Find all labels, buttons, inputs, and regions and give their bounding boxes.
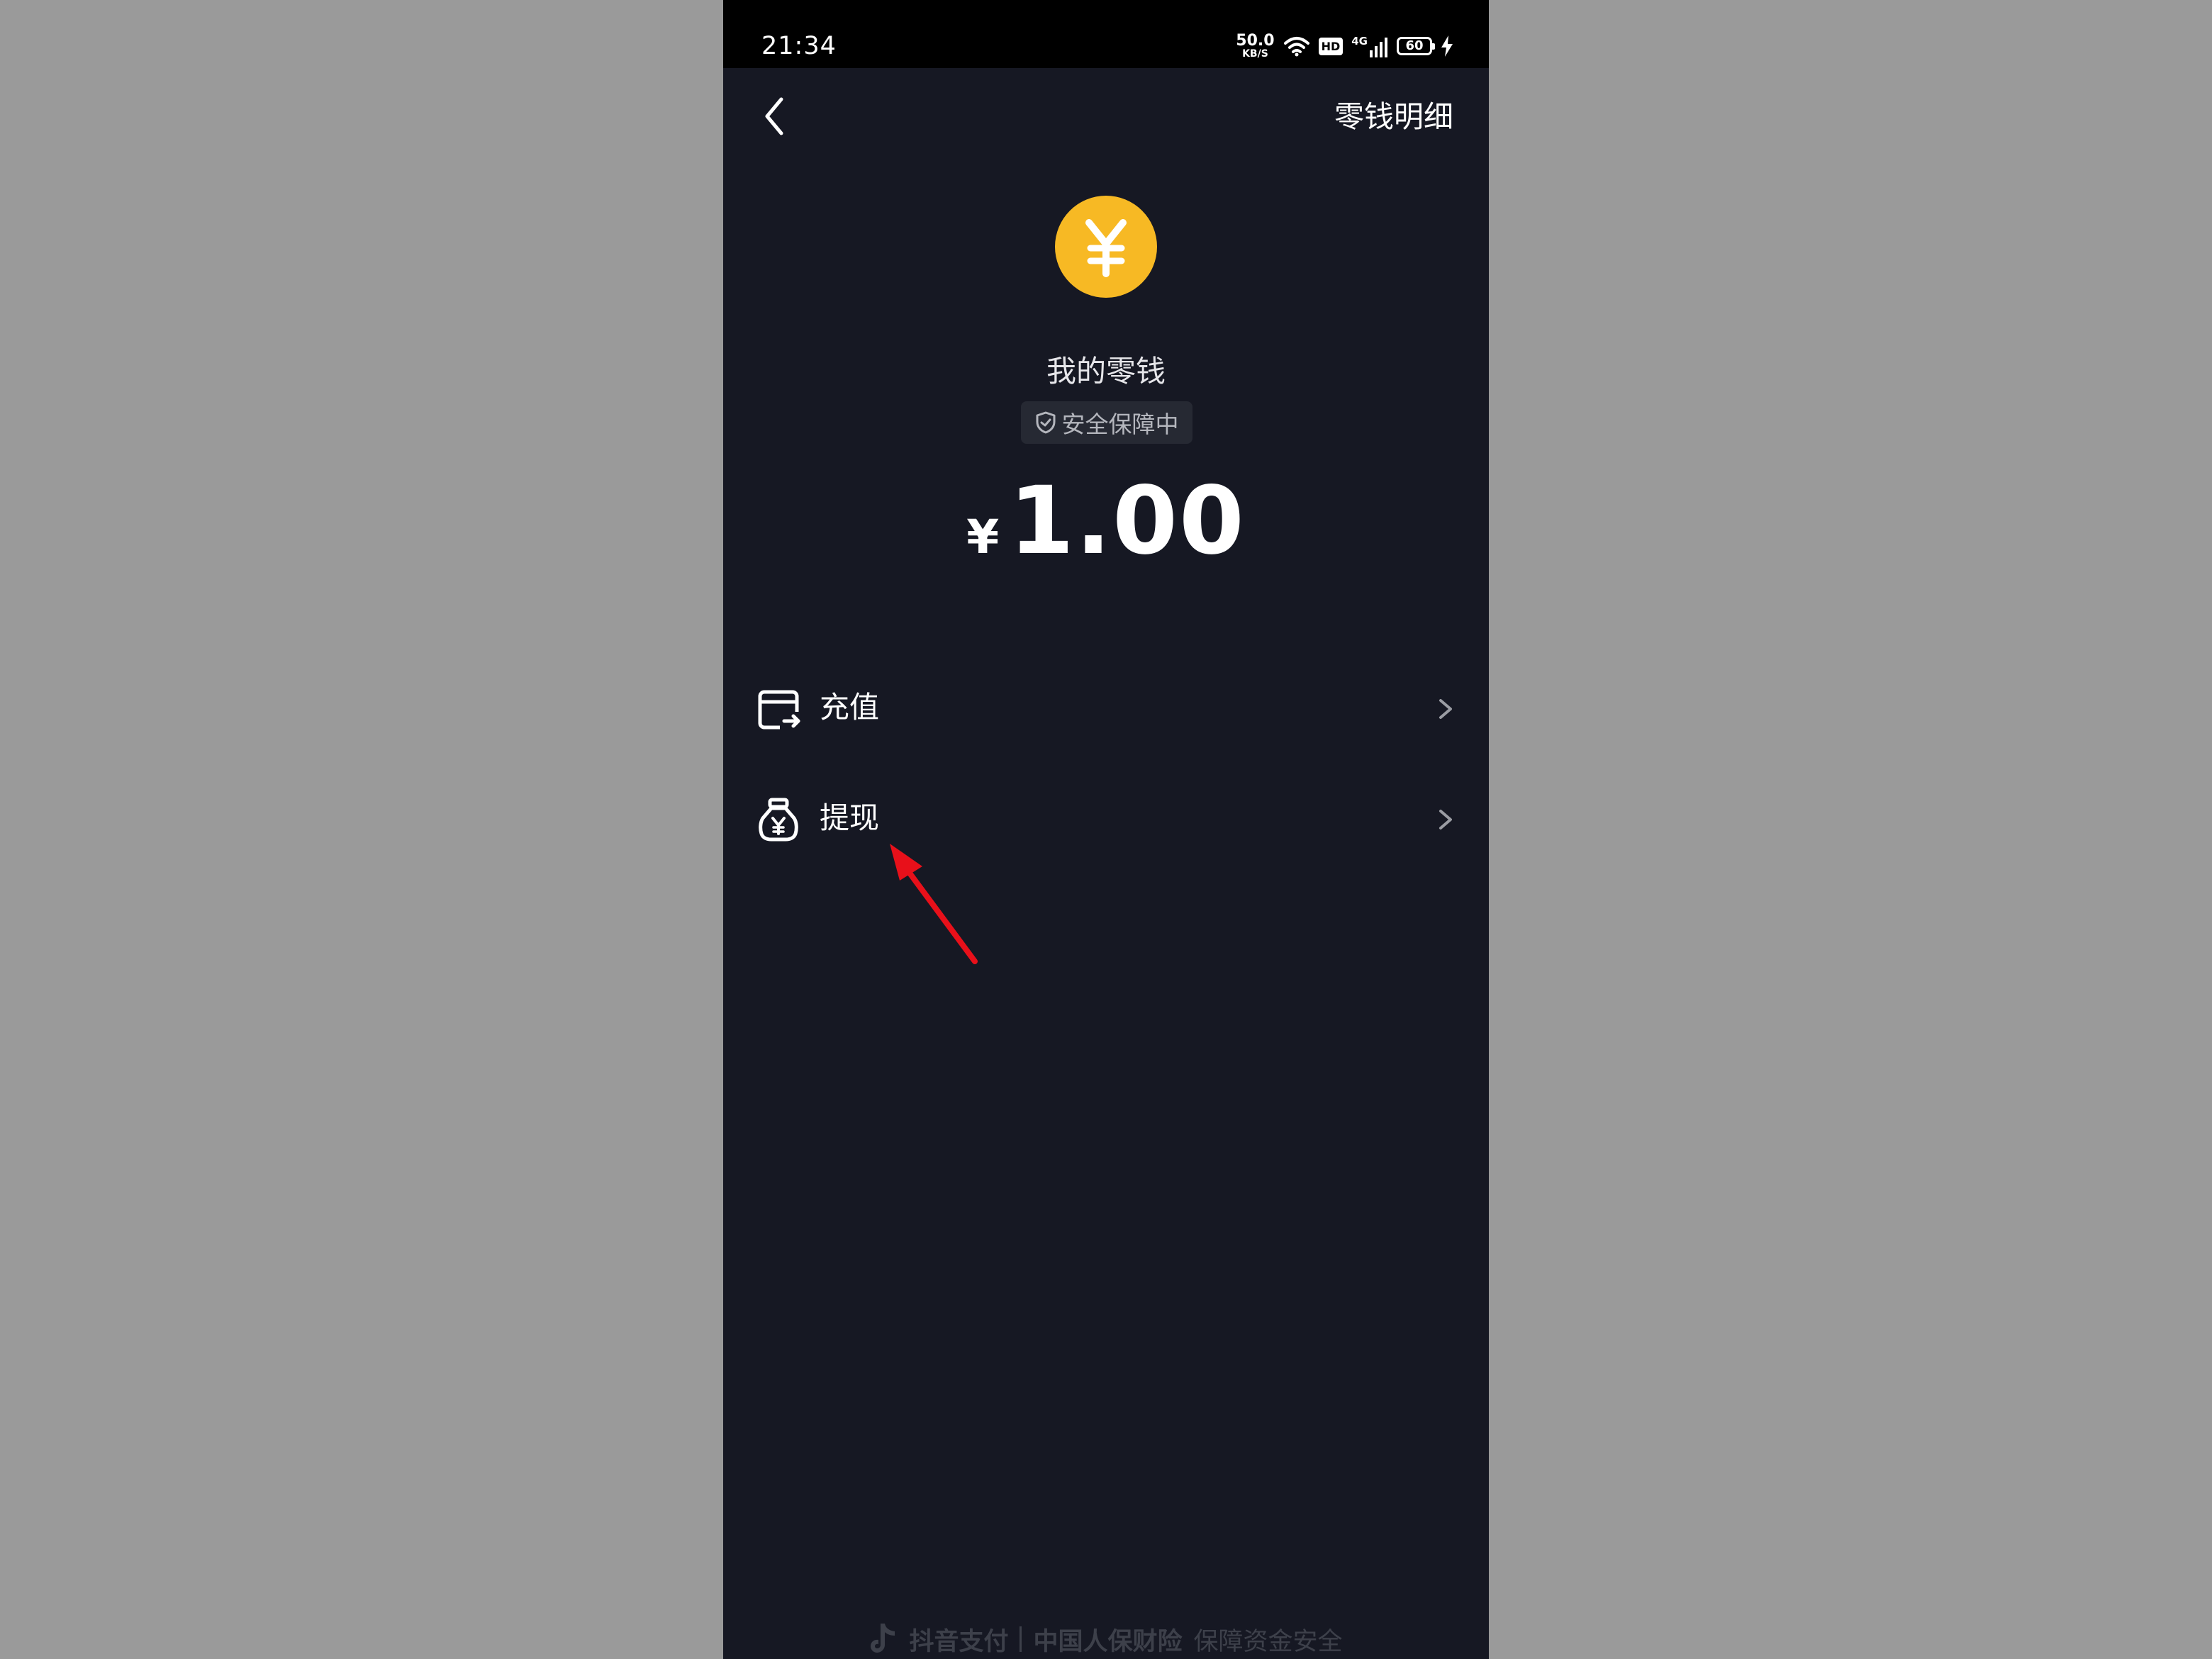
signal-type: 4G [1351,35,1368,48]
wallet-title: 我的零钱 [1046,354,1166,389]
currency-symbol: ¥ [966,510,1000,564]
footer-divider [1020,1626,1022,1652]
footer-assurance: 抖音支付 中国人保财险 保障资金安全 [723,1619,1489,1659]
status-time: 21:34 [761,32,837,60]
net-speed: 50.0 KB/S [1236,32,1275,60]
douyin-logo-icon [871,1624,895,1653]
cell-signal: 4G [1351,35,1388,57]
security-badge: 安全保障中 [1021,401,1192,444]
wifi-icon [1283,37,1309,57]
money-bag-icon [759,798,798,842]
status-icons: 50.0 KB/S HD 4G 60 [1236,30,1453,62]
security-badge-label: 安全保障中 [1061,410,1179,438]
card-recharge-icon [758,690,800,730]
balance: ¥ 1.00 [723,467,1489,576]
footer-insurer: 中国人保财险 [1033,1627,1183,1656]
battery-icon: 60 [1397,37,1435,55]
status-bar: 21:34 50.0 KB/S HD 4G 60 [723,0,1489,68]
menu-item-withdraw[interactable]: 提现 [723,776,1489,861]
phone-screen: 21:34 50.0 KB/S HD 4G 60 零钱明细 我的零钱 安全保障中… [723,0,1489,1659]
yuan-coin-icon [1055,196,1157,298]
net-speed-unit: KB/S [1242,48,1268,60]
menu-item-recharge[interactable]: 充值 [723,665,1489,750]
wallet-details-link[interactable]: 零钱明细 [1334,95,1453,139]
balance-value: 1.00 [1009,467,1246,576]
back-icon[interactable] [757,91,797,142]
footer-brand: 抖音支付 [909,1627,1009,1656]
menu-item-label: 充值 [820,690,880,725]
signal-icon [1370,38,1387,57]
shield-icon [1036,411,1055,434]
chevron-right-icon [1439,810,1452,830]
charging-icon [1441,35,1453,57]
net-speed-value: 50.0 [1236,32,1275,50]
chevron-right-icon [1439,699,1452,719]
hd-badge: HD [1318,37,1344,55]
annotation-arrow-icon [890,844,978,964]
footer-slogan: 保障资金安全 [1193,1627,1343,1656]
